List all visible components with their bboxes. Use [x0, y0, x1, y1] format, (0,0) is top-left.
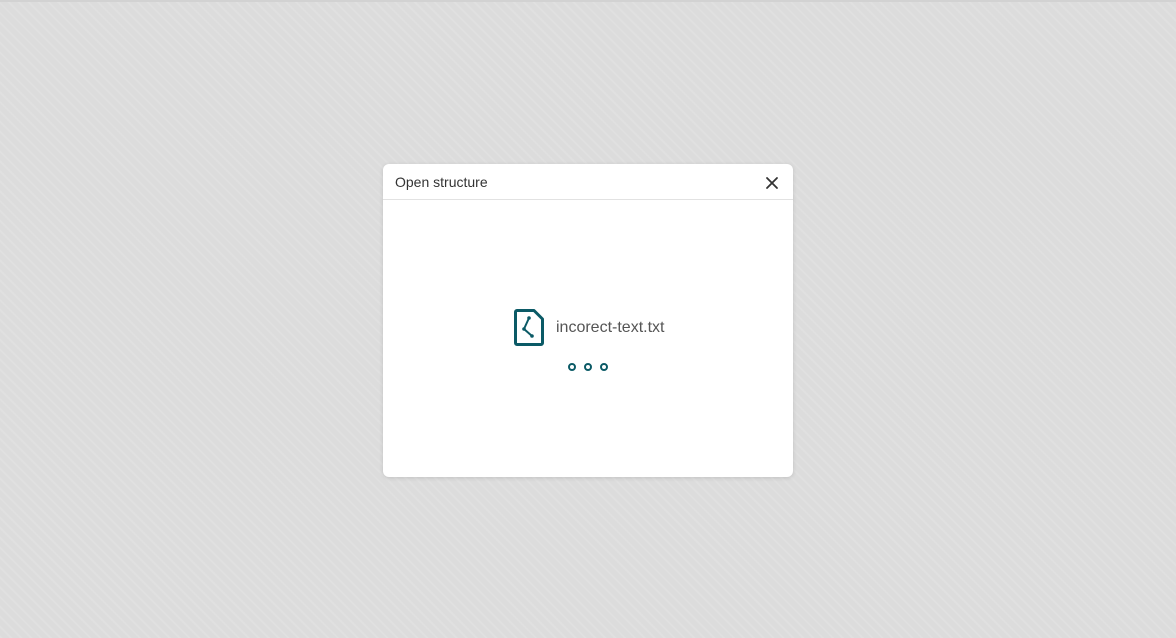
structure-file-icon [514, 309, 544, 346]
dialog-header: Open structure [383, 164, 793, 200]
open-structure-dialog: Open structure incorect-text.txt [383, 164, 793, 477]
close-button[interactable] [763, 174, 781, 192]
file-name: incorect-text.txt [556, 319, 665, 336]
loading-dots-icon [567, 363, 611, 371]
loading-dot [584, 363, 592, 371]
dialog-title: Open structure [395, 174, 488, 190]
top-divider [0, 0, 1176, 2]
loading-dot [568, 363, 576, 371]
close-icon [766, 177, 778, 189]
loading-dot [600, 363, 608, 371]
